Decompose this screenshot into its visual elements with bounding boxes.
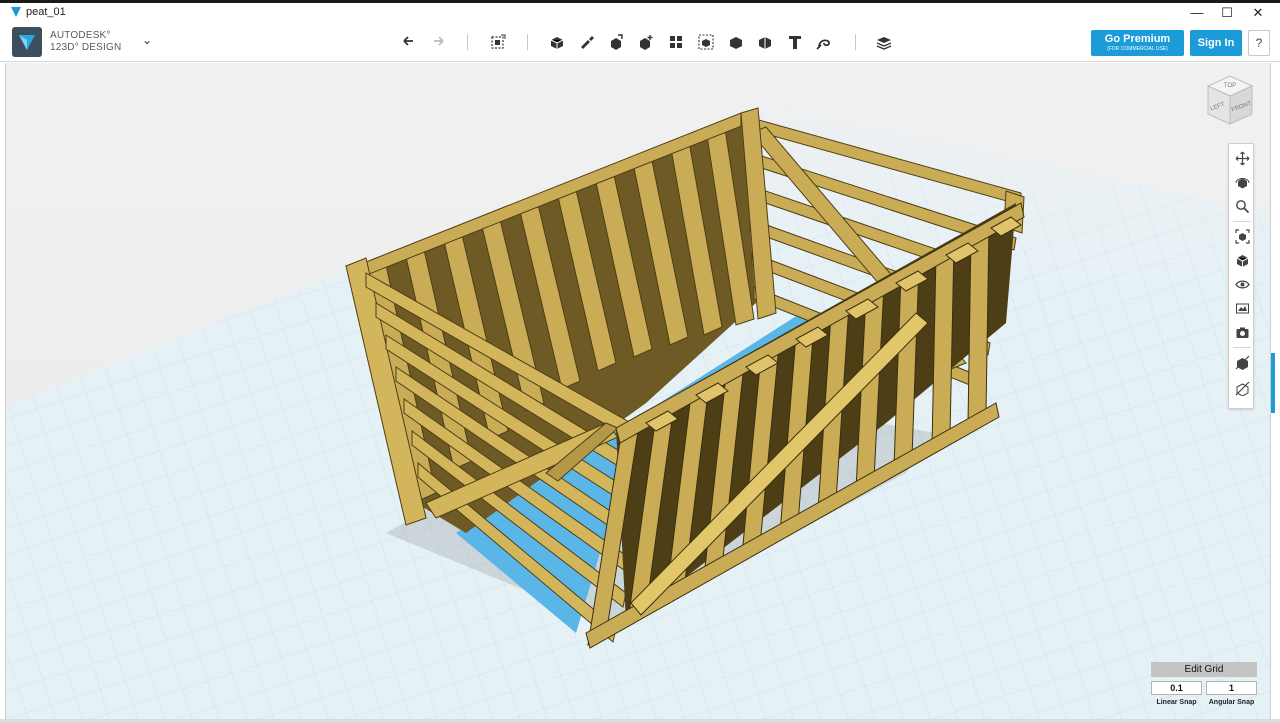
modify-button[interactable] — [634, 30, 658, 54]
modify-icon — [640, 35, 653, 50]
primitives-button[interactable] — [545, 30, 569, 54]
app-logo[interactable] — [12, 27, 42, 57]
undo-icon — [403, 36, 413, 46]
help-button[interactable]: ? — [1248, 30, 1270, 56]
zoom-icon — [1235, 199, 1249, 213]
orbit-button[interactable] — [1232, 172, 1252, 192]
mesh-icon — [1235, 355, 1249, 370]
orbit-icon — [1235, 177, 1249, 188]
grouping-icon — [698, 34, 714, 50]
primitives-icon — [550, 37, 564, 49]
zoom-button[interactable] — [1232, 196, 1252, 216]
pattern-icon — [670, 36, 682, 48]
construct-icon — [611, 34, 623, 50]
linear-snap-field[interactable]: 0.1 — [1151, 681, 1202, 695]
close-button[interactable]: ✕ — [1243, 3, 1273, 22]
bottom-border — [0, 719, 1280, 723]
undo-button[interactable] — [397, 30, 421, 54]
solid-icon — [1235, 381, 1249, 396]
angular-snap-field[interactable]: 1 — [1206, 681, 1257, 695]
angular-snap-label: Angular Snap — [1208, 699, 1255, 706]
view-cube[interactable]: TOP LEFT FRONT — [1200, 72, 1260, 132]
pan-icon — [1235, 151, 1249, 165]
sketch-icon — [581, 36, 594, 49]
toolbar-separator — [527, 34, 528, 50]
fit-button[interactable] — [1232, 226, 1252, 246]
toolbar-separator — [855, 34, 856, 50]
window-title: peat_01 — [26, 6, 66, 18]
brand-product: 123D° DESIGN — [50, 42, 122, 53]
combine-icon — [730, 37, 742, 49]
text-button[interactable] — [783, 30, 807, 54]
measure-icon — [759, 37, 771, 49]
pan-button[interactable] — [1232, 148, 1252, 168]
construct-button[interactable] — [604, 30, 628, 54]
minimize-button[interactable]: — — [1182, 3, 1212, 22]
go-premium-button[interactable]: Go Premium (FOR COMMERCIAL USE) — [1091, 30, 1184, 56]
transform-button[interactable] — [486, 30, 510, 54]
title-bar: peat_01 — ☐ ✕ — [0, 0, 1280, 22]
materials-icon — [1235, 303, 1249, 313]
nav-separator — [1233, 221, 1251, 222]
visibility-icon — [1234, 280, 1250, 288]
redo-icon — [434, 36, 444, 46]
pattern-button[interactable] — [664, 30, 688, 54]
grouping-button[interactable] — [694, 30, 718, 54]
view-icon — [1236, 254, 1248, 267]
visibility-button[interactable] — [1232, 274, 1252, 294]
scene-canvas[interactable] — [6, 63, 1270, 719]
maximize-button[interactable]: ☐ — [1212, 3, 1242, 22]
materials-button[interactable] — [1232, 298, 1252, 318]
go-premium-label: Go Premium — [1104, 33, 1171, 45]
screenshot-icon — [1236, 327, 1248, 338]
view-button[interactable] — [1232, 250, 1252, 270]
panel-handle[interactable] — [1271, 353, 1275, 413]
transform-icon — [491, 34, 506, 49]
sketch-button[interactable] — [575, 30, 599, 54]
mesh-view-button[interactable] — [1232, 352, 1252, 372]
material-icon — [876, 37, 892, 50]
linear-snap-label: Linear Snap — [1156, 699, 1197, 706]
snap-button[interactable] — [812, 30, 836, 54]
material-button[interactable] — [872, 30, 896, 54]
navigation-panel — [1228, 143, 1254, 409]
brand-company: AUTODESK° — [50, 30, 111, 41]
solid-view-button[interactable] — [1232, 378, 1252, 398]
logo-icon — [19, 35, 35, 50]
snap-icon — [816, 39, 830, 50]
measure-button[interactable] — [753, 30, 777, 54]
redo-button[interactable] — [426, 30, 450, 54]
edit-grid-button[interactable]: Edit Grid — [1151, 662, 1257, 677]
sign-in-button[interactable]: Sign In — [1190, 30, 1242, 56]
viewcube-top-label[interactable]: TOP — [1224, 83, 1236, 89]
go-premium-sublabel: (FOR COMMERCIAL USE) — [1107, 46, 1168, 52]
toolbar-separator — [467, 34, 468, 50]
combine-button[interactable] — [724, 30, 748, 54]
3d-viewport[interactable] — [6, 63, 1270, 719]
main-toolbar: AUTODESK° 123D° DESIGN ⌄ Go Premium (FOR… — [0, 22, 1280, 62]
fit-icon — [1234, 228, 1250, 244]
text-icon — [789, 36, 801, 49]
screenshot-button[interactable] — [1232, 322, 1252, 342]
app-menu-chevron-icon[interactable]: ⌄ — [142, 33, 152, 47]
nav-separator — [1233, 347, 1251, 348]
right-edge-panel — [1270, 63, 1280, 719]
app-icon — [11, 7, 21, 17]
